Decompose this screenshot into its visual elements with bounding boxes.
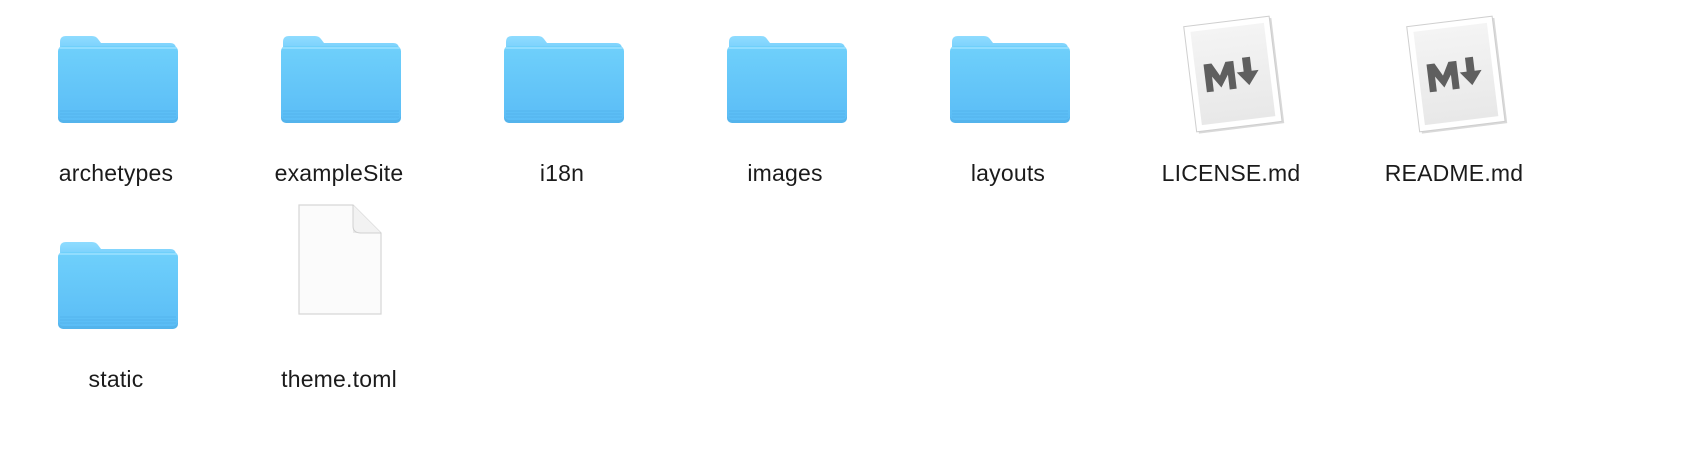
file-label: README.md — [1384, 160, 1524, 186]
file-item-license-md[interactable]: LICENSE.md — [1121, 0, 1341, 200]
markdown-file-icon — [1344, 0, 1564, 140]
file-item-archetypes[interactable]: archetypes — [6, 0, 226, 200]
file-label: static — [88, 366, 144, 392]
file-label: images — [747, 160, 823, 186]
file-item-examplesite[interactable]: exampleSite — [229, 0, 449, 200]
file-label: exampleSite — [274, 160, 404, 186]
folder-icon — [675, 0, 895, 140]
file-label: theme.toml — [281, 366, 397, 392]
markdown-file-icon — [1121, 0, 1341, 140]
folder-icon — [6, 0, 226, 140]
file-item-images[interactable]: images — [675, 0, 895, 200]
file-label: LICENSE.md — [1161, 160, 1301, 186]
file-label: archetypes — [58, 160, 174, 186]
file-label: layouts — [970, 160, 1046, 186]
folder-icon — [6, 206, 226, 346]
file-item-theme-toml[interactable]: theme.toml — [229, 204, 449, 406]
file-item-i18n[interactable]: i18n — [452, 0, 672, 200]
file-label: i18n — [539, 160, 585, 186]
document-icon — [229, 204, 449, 346]
folder-icon — [229, 0, 449, 140]
folder-icon — [898, 0, 1118, 140]
file-item-layouts[interactable]: layouts — [898, 0, 1118, 200]
file-item-readme-md[interactable]: README.md — [1344, 0, 1564, 200]
folder-icon — [452, 0, 672, 140]
file-item-static[interactable]: static — [6, 206, 226, 406]
